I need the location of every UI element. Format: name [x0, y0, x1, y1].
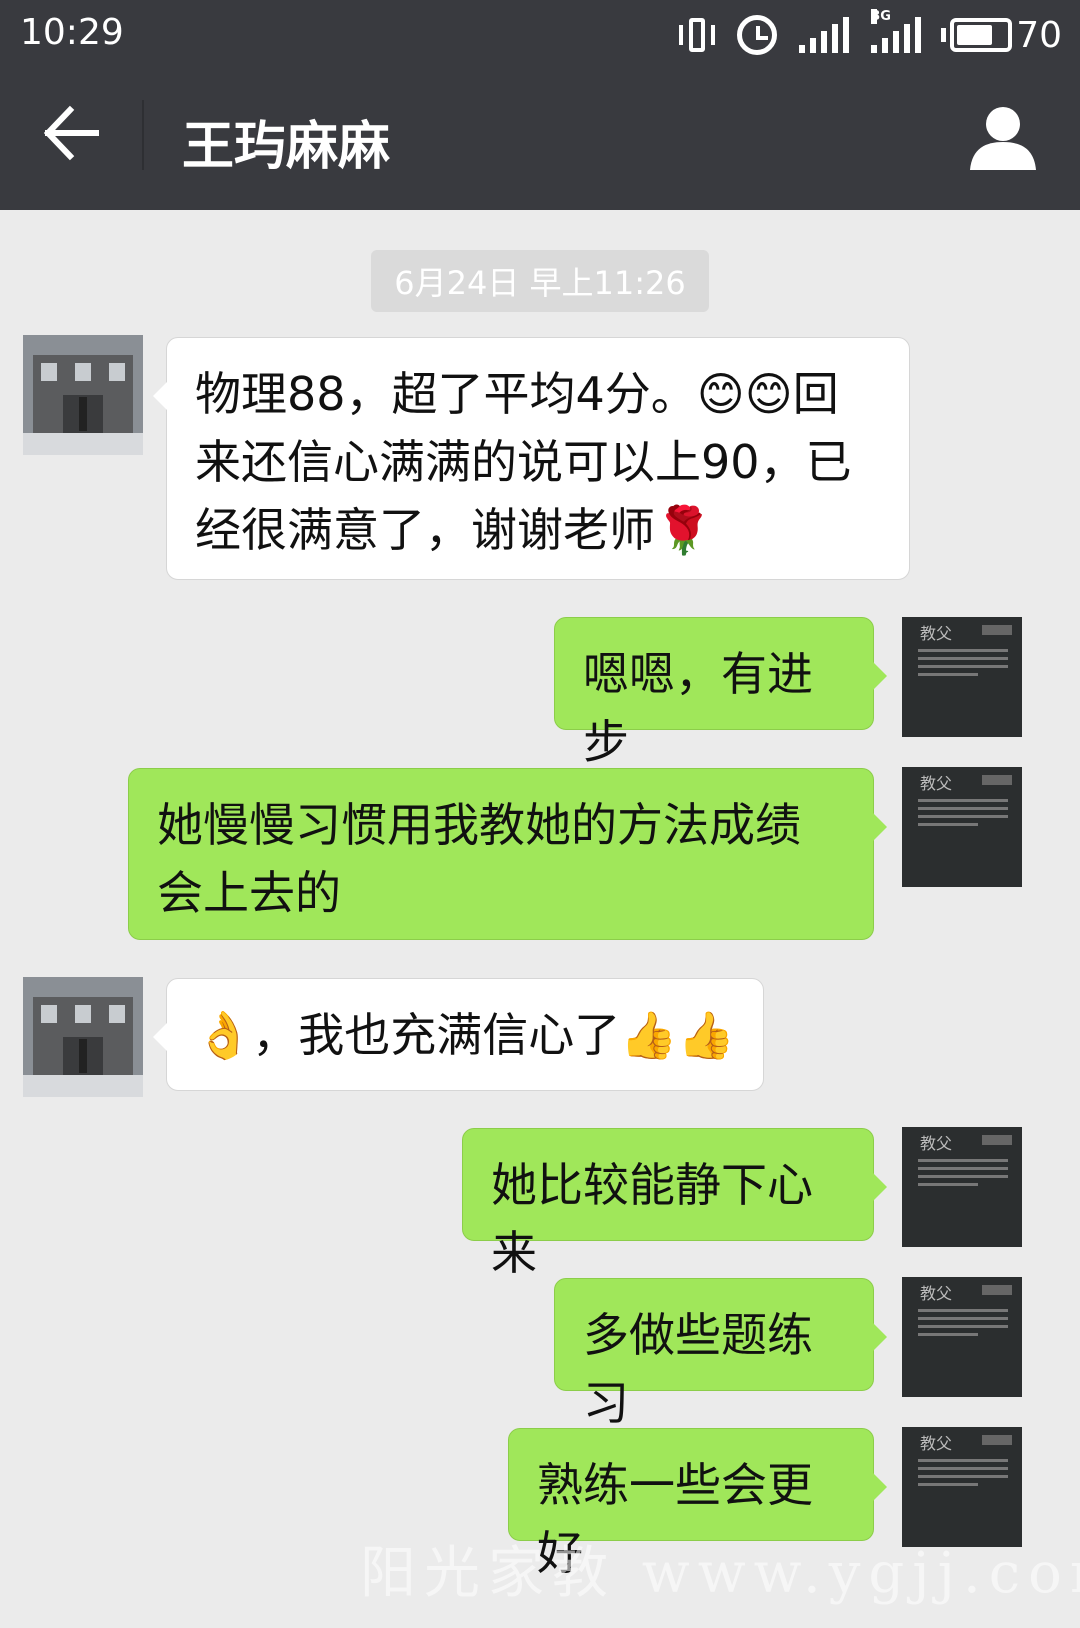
- alarm-icon: [737, 15, 778, 55]
- signal-icon: [799, 17, 850, 53]
- my-avatar[interactable]: 教父: [902, 1277, 1022, 1397]
- my-avatar[interactable]: 教父: [902, 767, 1022, 887]
- message-bubble-outgoing[interactable]: 多做些题练习: [554, 1278, 887, 1430]
- network-type-label: 3G: [871, 9, 891, 24]
- svg-text:教父: 教父: [920, 1134, 952, 1153]
- arrow-left-icon: [43, 105, 99, 161]
- book-cover-icon: 教父: [902, 617, 1022, 737]
- svg-text:教父: 教父: [920, 774, 952, 793]
- my-avatar[interactable]: 教父: [902, 1127, 1022, 1247]
- my-avatar[interactable]: 教父: [902, 1427, 1022, 1547]
- house-photo-icon: [23, 335, 143, 455]
- status-time: 10:29: [20, 12, 124, 53]
- top-bar: 10:29 3G 70 王玙麻麻: [0, 0, 1080, 210]
- profile-button[interactable]: [966, 100, 1040, 174]
- battery-icon: 70: [941, 14, 1062, 56]
- message-bubble-outgoing[interactable]: 嗯嗯，有进步: [554, 617, 887, 769]
- my-avatar[interactable]: 教父: [902, 617, 1022, 737]
- svg-text:教父: 教父: [920, 1284, 952, 1303]
- message-bubble-outgoing[interactable]: 她比较能静下心来: [462, 1128, 887, 1280]
- message-bubble-incoming[interactable]: 物理88，超了平均4分。😊😊回来还信心满满的说可以上90，已经很满意了，谢谢老师…: [153, 337, 910, 580]
- status-icons: 3G 70: [679, 9, 1062, 60]
- message-bubble-incoming[interactable]: 👌，我也充满信心了👍👍: [153, 978, 764, 1091]
- contact-avatar[interactable]: [23, 335, 143, 455]
- house-photo-icon: [23, 977, 143, 1097]
- chat-title: 王玙麻麻: [182, 117, 391, 177]
- book-cover-icon: 教父: [902, 1427, 1022, 1547]
- battery-percent: 70: [1016, 14, 1062, 56]
- vibrate-icon: [679, 15, 716, 55]
- book-cover-icon: 教父: [902, 1277, 1022, 1397]
- message-bubble-outgoing[interactable]: 熟练一些会更好: [508, 1428, 887, 1580]
- person-icon: [970, 107, 1036, 170]
- signal-3g-icon: 3G: [871, 9, 922, 53]
- book-cover-icon: 教父: [902, 767, 1022, 887]
- contact-avatar[interactable]: [23, 977, 143, 1097]
- date-timestamp: 6月24日 早上11:26: [371, 250, 709, 312]
- message-bubble-outgoing[interactable]: 她慢慢习惯用我教她的方法成绩会上去的: [128, 768, 887, 940]
- back-button[interactable]: [30, 98, 110, 168]
- svg-text:教父: 教父: [920, 624, 952, 643]
- book-cover-icon: 教父: [902, 1127, 1022, 1247]
- svg-text:教父: 教父: [920, 1434, 952, 1453]
- header-divider: [142, 100, 144, 170]
